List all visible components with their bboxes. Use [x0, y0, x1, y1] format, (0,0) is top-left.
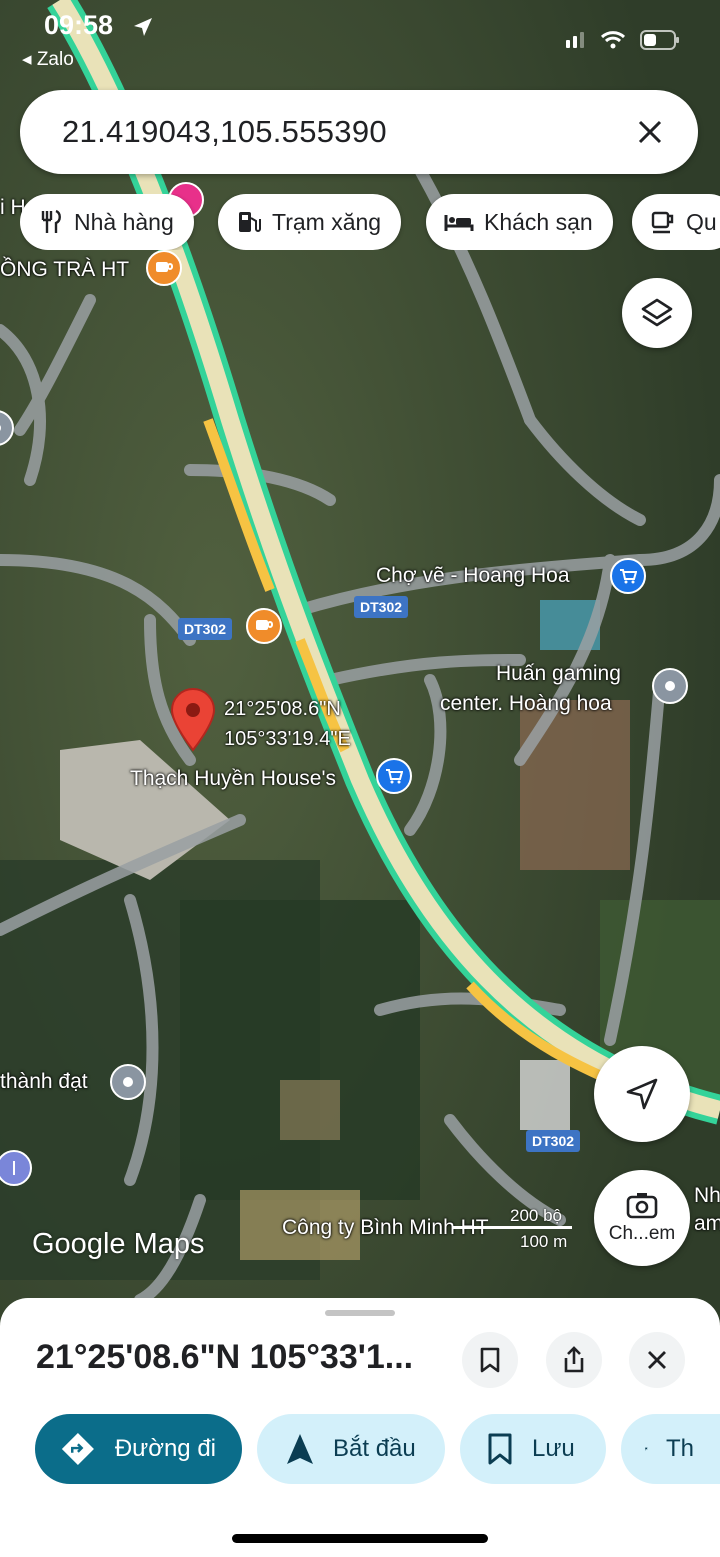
flag-icon — [645, 1447, 648, 1451]
search-bar[interactable]: 21.419043,105.555390 — [20, 90, 698, 174]
map-label-cho-ve[interactable]: Chợ vẽ - Hoang Hoa — [376, 564, 570, 588]
layers-button[interactable] — [622, 278, 692, 348]
coffee-icon — [651, 211, 674, 234]
map-label-huan-1[interactable]: Huấn gaming — [496, 662, 621, 686]
hotel-icon — [444, 215, 474, 231]
bookmark-icon — [488, 1433, 512, 1465]
map-label-right-nh: Nh — [694, 1184, 720, 1207]
label-button[interactable]: Th — [621, 1414, 720, 1484]
location-pin-icon[interactable] — [170, 688, 216, 752]
chip-label: Trạm xăng — [272, 208, 382, 235]
directions-label: Đường đi — [114, 1435, 216, 1462]
directions-icon — [61, 1432, 94, 1466]
navigation-arrow-icon — [287, 1434, 313, 1464]
signal-icon — [566, 32, 584, 48]
place-poi-icon[interactable] — [110, 1064, 146, 1100]
street-view-button[interactable]: Ch...em — [594, 1170, 690, 1266]
cafe-poi-icon[interactable] — [146, 250, 182, 286]
status-time: 09:58 — [44, 10, 114, 40]
start-label: Bắt đầu — [333, 1435, 416, 1462]
cafe-poi-icon[interactable] — [246, 608, 282, 644]
location-arrow-icon — [134, 18, 152, 36]
save-button[interactable]: Lưu — [460, 1414, 606, 1484]
road-shield-dt302: DT302 — [354, 596, 409, 618]
restaurant-icon — [41, 209, 61, 233]
place-title: 21°25'08.6"N 105°33'1... — [36, 1338, 414, 1376]
home-indicator[interactable] — [232, 1534, 488, 1543]
navigation-arrow-icon — [626, 1078, 658, 1110]
close-icon — [648, 1351, 666, 1369]
map-label-huan-2[interactable]: center. Hoàng hoa — [440, 692, 612, 716]
map-label-tra[interactable]: ỒNG TRÀ HT — [0, 258, 129, 282]
back-to-app-link[interactable]: ◂ Zalo — [22, 48, 74, 71]
close-icon — [638, 120, 662, 144]
street-view-label: Ch...em — [608, 1223, 676, 1244]
pin-lat-label: 21°25'08.6"N — [224, 698, 341, 720]
sheet-drag-handle[interactable] — [325, 1310, 395, 1316]
road-shield-dt302: DT302 — [526, 1130, 581, 1152]
battery-icon — [640, 30, 679, 50]
category-chips: Nhà hàng Trạm xăng Khách sạn Qu — [20, 194, 720, 250]
chip-restaurants[interactable]: Nhà hàng — [20, 194, 194, 250]
scale-metric: 100 m — [520, 1232, 568, 1251]
directions-button[interactable]: Đường đi — [35, 1414, 242, 1484]
close-sheet-button[interactable] — [629, 1332, 685, 1388]
clear-search-button[interactable] — [630, 112, 670, 152]
action-buttons: Đường đi Bắt đầu Lưu Th — [0, 1414, 720, 1484]
place-poi-icon[interactable] — [652, 668, 688, 704]
my-location-button[interactable] — [594, 1046, 690, 1142]
chip-label: Qu — [686, 208, 717, 235]
search-query[interactable]: 21.419043,105.555390 — [62, 114, 630, 150]
save-bookmark-button[interactable] — [462, 1332, 518, 1388]
chip-label: Nhà hàng — [74, 208, 174, 235]
layers-icon — [641, 298, 673, 327]
chip-hotels[interactable]: Khách sạn — [426, 194, 613, 250]
map-label-thach-huyen[interactable]: Thạch Huyền House's — [130, 767, 336, 791]
shopping-poi-icon[interactable] — [610, 558, 646, 594]
chip-gas-stations[interactable]: Trạm xăng — [218, 194, 402, 250]
status-bar: 09:58 ◂ Zalo — [0, 0, 720, 80]
google-maps-logo: Google Maps — [32, 1228, 205, 1260]
scale-imperial: 200 bộ — [510, 1206, 562, 1225]
share-button[interactable] — [546, 1332, 602, 1388]
road-shield-dt302: DT302 — [178, 618, 233, 640]
camera-icon — [626, 1193, 658, 1219]
pin-lng-label: 105°33'19.4"E — [224, 728, 351, 750]
bookmark-icon — [480, 1347, 500, 1373]
label-label: Th — [665, 1435, 694, 1462]
share-icon — [564, 1346, 584, 1373]
gas-station-icon — [239, 212, 261, 232]
map-scale: 200 bộ 100 m — [452, 1206, 572, 1252]
shopping-poi-icon[interactable] — [376, 758, 412, 794]
map-label-right-am: am — [694, 1212, 720, 1235]
save-label: Lưu — [532, 1435, 575, 1462]
chip-coffee[interactable]: Qu — [632, 194, 720, 250]
map-label-thanh-dat[interactable]: thành đạt — [0, 1070, 88, 1094]
place-bottom-sheet[interactable]: 21°25'08.6"N 105°33'1... Đường đi Bắt đầ… — [0, 1298, 720, 1557]
start-button[interactable]: Bắt đầu — [257, 1414, 445, 1484]
chip-label: Khách sạn — [484, 208, 593, 235]
wifi-icon — [600, 31, 626, 49]
